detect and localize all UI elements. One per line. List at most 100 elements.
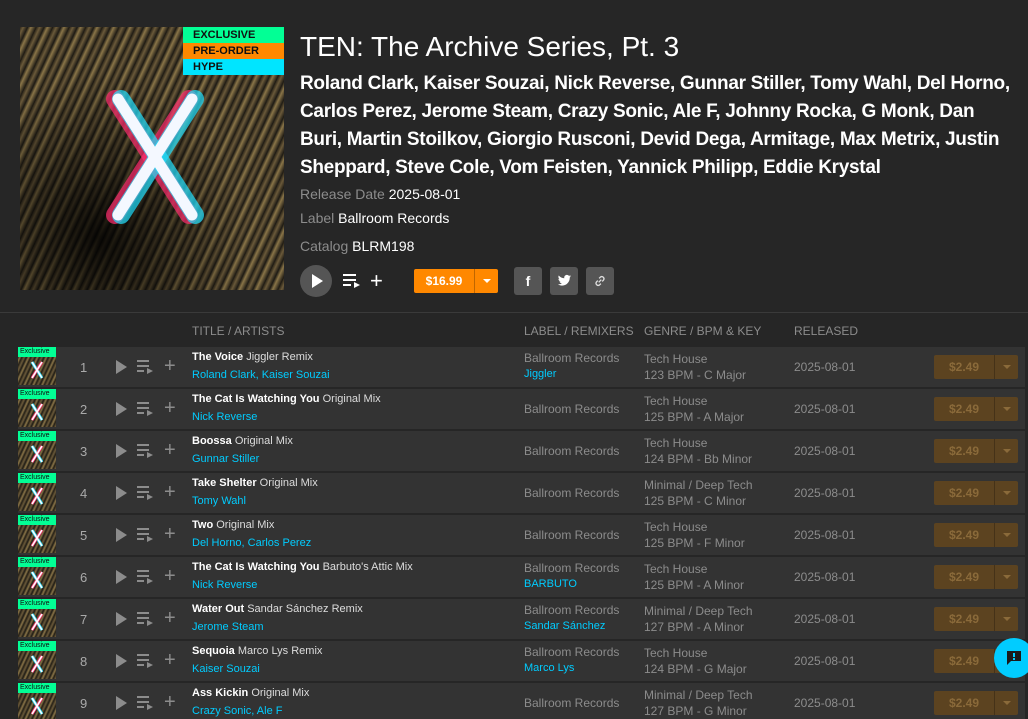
play-icon[interactable] — [116, 696, 127, 710]
play-icon[interactable] — [116, 486, 127, 500]
twitter-share-button[interactable] — [550, 267, 578, 295]
play-icon[interactable] — [116, 444, 127, 458]
play-icon[interactable] — [116, 570, 127, 584]
track-artists[interactable]: Kaiser Souzai — [192, 663, 260, 675]
add-to-queue-icon[interactable] — [137, 611, 155, 627]
chevron-down-icon[interactable] — [994, 355, 1018, 379]
track-genre[interactable]: Minimal / Deep Tech — [644, 688, 753, 702]
track-artwork[interactable]: Exclusive — [18, 515, 56, 553]
track-artwork[interactable]: Exclusive — [18, 599, 56, 637]
play-release-button[interactable] — [300, 265, 332, 297]
track-remixer[interactable]: Marco Lys — [524, 662, 574, 674]
track-genre[interactable]: Minimal / Deep Tech — [644, 604, 753, 618]
track-artists[interactable]: Tomy Wahl — [192, 495, 246, 507]
track-artists[interactable]: Nick Reverse — [192, 411, 257, 423]
track-title[interactable]: The Cat Is Watching You Original Mix — [192, 393, 381, 405]
track-artists[interactable]: Roland Clark, Kaiser Souzai — [192, 369, 330, 381]
play-icon[interactable] — [116, 654, 127, 668]
add-to-queue-icon[interactable] — [343, 272, 361, 290]
track-label[interactable]: Ballroom Records — [524, 645, 619, 659]
add-to-queue-icon[interactable] — [137, 527, 155, 543]
copy-link-button[interactable] — [586, 267, 614, 295]
buy-track-button[interactable]: $2.49 — [934, 355, 1018, 379]
track-genre[interactable]: Tech House — [644, 352, 707, 366]
table-row[interactable]: Exclusive 1 + The Voice Jiggler Remix Ro… — [18, 347, 1025, 387]
add-to-playlist-icon[interactable]: + — [164, 482, 176, 502]
track-label[interactable]: Ballroom Records — [524, 402, 619, 416]
track-label[interactable]: Ballroom Records — [524, 561, 619, 575]
track-title[interactable]: Boossa Original Mix — [192, 435, 293, 447]
track-genre[interactable]: Minimal / Deep Tech — [644, 478, 753, 492]
buy-track-button[interactable]: $2.49 — [934, 397, 1018, 421]
track-artists[interactable]: Jerome Steam — [192, 621, 264, 633]
chevron-down-icon[interactable] — [994, 481, 1018, 505]
table-row[interactable]: Exclusive 4 + Take Shelter Original Mix … — [18, 473, 1025, 513]
chevron-down-icon[interactable] — [994, 691, 1018, 715]
add-to-queue-icon[interactable] — [137, 569, 155, 585]
table-row[interactable]: Exclusive 7 + Water Out Sandar Sánchez R… — [18, 599, 1025, 639]
chevron-down-icon[interactable] — [994, 523, 1018, 547]
add-to-playlist-icon[interactable]: + — [164, 692, 176, 712]
add-to-queue-icon[interactable] — [137, 485, 155, 501]
track-artists[interactable]: Del Horno, Carlos Perez — [192, 537, 311, 549]
add-to-playlist-icon[interactable]: + — [164, 398, 176, 418]
table-row[interactable]: Exclusive 3 + Boossa Original Mix Gunnar… — [18, 431, 1025, 471]
track-label[interactable]: Ballroom Records — [524, 486, 619, 500]
buy-track-button[interactable]: $2.49 — [934, 607, 1018, 631]
track-remixer[interactable]: BARBUTO — [524, 578, 577, 590]
track-artwork[interactable]: Exclusive — [18, 683, 56, 719]
add-to-playlist-icon[interactable]: + — [164, 524, 176, 544]
track-label[interactable]: Ballroom Records — [524, 696, 619, 710]
table-row[interactable]: Exclusive 9 + Ass Kickin Original Mix Cr… — [18, 683, 1025, 719]
add-to-queue-icon[interactable] — [137, 653, 155, 669]
track-title[interactable]: Water Out Sandar Sánchez Remix — [192, 603, 363, 615]
track-label[interactable]: Ballroom Records — [524, 603, 619, 617]
track-label[interactable]: Ballroom Records — [524, 351, 619, 365]
track-title[interactable]: Take Shelter Original Mix — [192, 477, 318, 489]
track-genre[interactable]: Tech House — [644, 562, 707, 576]
buy-track-button[interactable]: $2.49 — [934, 565, 1018, 589]
track-label[interactable]: Ballroom Records — [524, 528, 619, 542]
play-icon[interactable] — [116, 612, 127, 626]
track-genre[interactable]: Tech House — [644, 394, 707, 408]
buy-track-button[interactable]: $2.49 — [934, 523, 1018, 547]
table-row[interactable]: Exclusive 8 + Sequoia Marco Lys Remix Ka… — [18, 641, 1025, 681]
track-title[interactable]: Sequoia Marco Lys Remix — [192, 645, 322, 657]
track-title[interactable]: The Cat Is Watching You Barbuto's Attic … — [192, 561, 413, 573]
chevron-down-icon[interactable] — [994, 607, 1018, 631]
track-artists[interactable]: Crazy Sonic, Ale F — [192, 705, 282, 717]
add-to-playlist-icon[interactable]: + — [164, 650, 176, 670]
track-artwork[interactable]: Exclusive — [18, 473, 56, 511]
chat-support-button[interactable] — [994, 638, 1028, 678]
track-remixer[interactable]: Jiggler — [524, 368, 556, 380]
track-title[interactable]: The Voice Jiggler Remix — [192, 351, 313, 363]
chevron-down-icon[interactable] — [994, 439, 1018, 463]
play-icon[interactable] — [116, 402, 127, 416]
add-to-queue-icon[interactable] — [137, 695, 155, 711]
play-icon[interactable] — [116, 528, 127, 542]
buy-release-button[interactable]: $16.99 — [414, 269, 498, 293]
add-to-queue-icon[interactable] — [137, 359, 155, 375]
facebook-share-button[interactable]: f — [514, 267, 542, 295]
track-genre[interactable]: Tech House — [644, 520, 707, 534]
add-to-playlist-icon[interactable]: + — [164, 356, 176, 376]
track-title[interactable]: Two Original Mix — [192, 519, 274, 531]
add-to-playlist-icon[interactable]: + — [164, 440, 176, 460]
buy-track-button[interactable]: $2.49 — [934, 691, 1018, 715]
track-title[interactable]: Ass Kickin Original Mix — [192, 687, 309, 699]
table-row[interactable]: Exclusive 5 + Two Original Mix Del Horno… — [18, 515, 1025, 555]
add-to-playlist-icon[interactable]: + — [164, 566, 176, 586]
track-artists[interactable]: Gunnar Stiller — [192, 453, 259, 465]
play-icon[interactable] — [116, 360, 127, 374]
buy-track-button[interactable]: $2.49 — [934, 439, 1018, 463]
track-artists[interactable]: Nick Reverse — [192, 579, 257, 591]
release-artists[interactable]: Roland Clark, Kaiser Souzai, Nick Revers… — [300, 70, 1015, 182]
track-genre[interactable]: Tech House — [644, 646, 707, 660]
track-label[interactable]: Ballroom Records — [524, 444, 619, 458]
add-to-playlist-icon[interactable]: + — [370, 270, 383, 292]
add-to-queue-icon[interactable] — [137, 443, 155, 459]
add-to-queue-icon[interactable] — [137, 401, 155, 417]
buy-track-button[interactable]: $2.49 — [934, 481, 1018, 505]
chevron-down-icon[interactable] — [994, 397, 1018, 421]
table-row[interactable]: Exclusive 6 + The Cat Is Watching You Ba… — [18, 557, 1025, 597]
